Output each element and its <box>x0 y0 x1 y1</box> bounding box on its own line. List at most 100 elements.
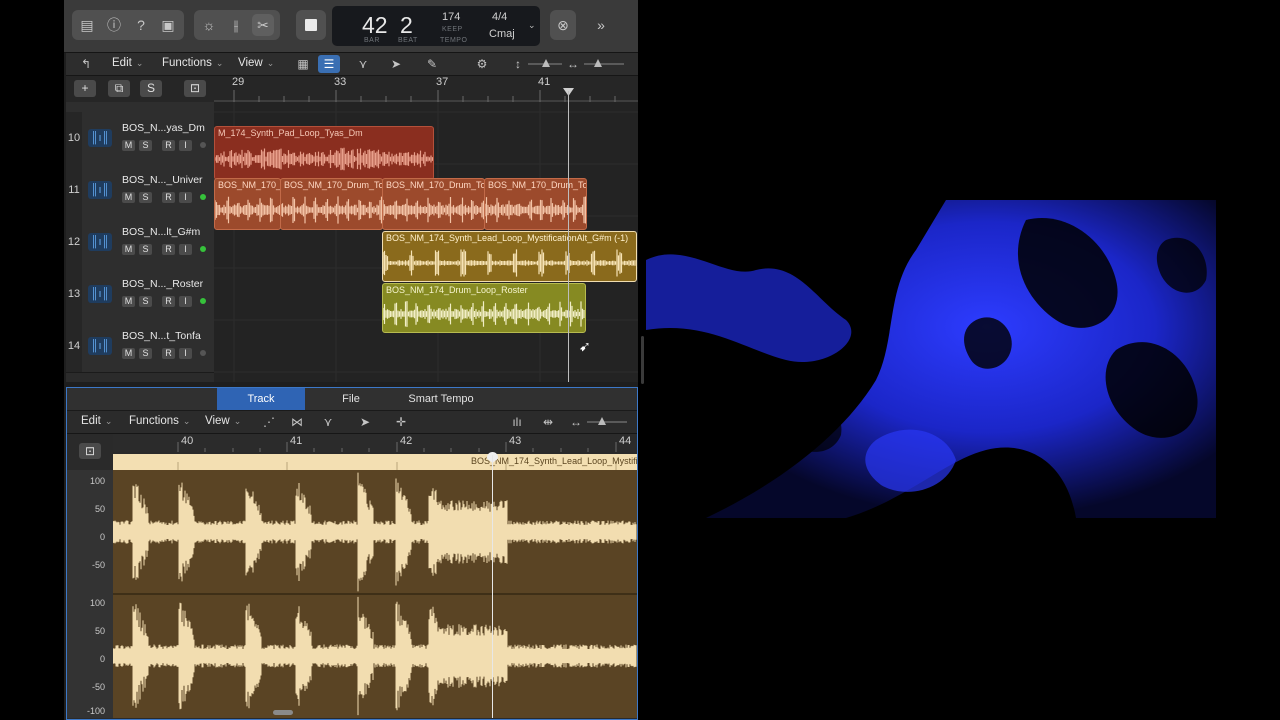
editor-zoom-slider[interactable] <box>587 421 627 423</box>
record-button[interactable]: R <box>162 296 175 307</box>
editor-view-menu[interactable]: View ⌄ <box>205 415 241 427</box>
playhead-line[interactable] <box>568 91 569 382</box>
bar-ruler[interactable]: 29 33 37 41 <box>214 76 638 102</box>
flex-icon[interactable]: ⋰ <box>259 413 279 431</box>
track-header-11[interactable]: 11 ║ı║ BOS_N..._Univer M S R I <box>66 164 214 217</box>
smart-controls-icon[interactable]: ☼ <box>198 14 220 36</box>
tab-smart-tempo[interactable]: Smart Tempo <box>397 388 485 410</box>
track-name[interactable]: BOS_N...t_Tonfa <box>122 330 201 342</box>
track-name[interactable]: BOS_N..._Roster <box>122 278 203 290</box>
lcd-tempo-value[interactable]: 174 <box>442 11 460 23</box>
toolbar-icon[interactable]: ▣ <box>157 14 179 36</box>
mute-button[interactable]: M <box>122 192 135 203</box>
flex-mode-icon[interactable]: ⋈ <box>287 413 307 431</box>
record-button[interactable]: R <box>162 192 175 203</box>
editor-region-header[interactable]: BOS_NM_174_Synth_Lead_Loop_Mystific <box>113 454 638 470</box>
list-view-icon[interactable]: ☰ <box>318 55 340 73</box>
track-header-13[interactable]: 13 ║ı║ BOS_N..._Roster M S R I <box>66 268 214 321</box>
region-drum-to-4[interactable]: BOS_NM_170_Drum_To <box>484 178 587 230</box>
record-button[interactable]: R <box>162 244 175 255</box>
track-number: 14 <box>66 320 82 372</box>
help-icon[interactable]: ? <box>130 14 152 36</box>
horizontal-scroll-thumb[interactable] <box>273 710 293 715</box>
catch-icon[interactable]: ⋎ <box>352 55 374 73</box>
editor-edit-menu[interactable]: Edit ⌄ <box>81 415 112 427</box>
tab-track[interactable]: Track <box>217 388 305 410</box>
horizontal-zoom-icon[interactable]: ↔ <box>569 413 583 431</box>
gear-icon[interactable]: ⚙ <box>470 55 494 73</box>
region-synth-lead[interactable]: BOS_NM_174_Synth_Lead_Loop_Mystification… <box>382 231 637 282</box>
region-drum-to-1[interactable]: BOS_NM_170_Drum_To <box>214 178 281 230</box>
tracks-view-menu[interactable]: View ⌄ <box>238 57 274 69</box>
tracks-functions-menu[interactable]: Functions ⌄ <box>162 57 223 69</box>
stop-button[interactable] <box>296 10 326 40</box>
track-header-12[interactable]: 12 ║ı║ BOS_N...lt_G#m M S R I <box>66 216 214 269</box>
lcd-display[interactable]: 42 2 BAR BEAT 174 KEEP TEMPO 4/4 Cmaj ⌄ <box>332 6 540 46</box>
region-drum-to-3[interactable]: BOS_NM_170_Drum_To <box>382 178 485 230</box>
back-arrow-icon[interactable]: ↰ <box>76 55 96 73</box>
catch-icon[interactable]: ⋎ <box>317 413 339 431</box>
tracks-edit-menu[interactable]: Edit ⌄ <box>112 57 143 69</box>
track-header-14[interactable]: 14 ║ı║ BOS_N...t_Tonfa M S R I <box>66 320 214 373</box>
editor-playhead-line[interactable] <box>492 455 493 718</box>
input-monitor-button[interactable]: I <box>179 192 192 203</box>
input-monitor-button[interactable]: I <box>179 296 192 307</box>
pointer-tool-icon[interactable]: ➤ <box>384 55 408 73</box>
input-monitor-button[interactable]: I <box>179 140 192 151</box>
editor-options-icon[interactable]: ⊡ <box>79 443 101 459</box>
mute-button[interactable]: M <box>122 296 135 307</box>
arrange-area[interactable]: M_174_Synth_Pad_Loop_Tyas_Dm BOS_NM_170_… <box>214 102 638 382</box>
duplicate-track-icon[interactable]: ⧉ <box>108 80 130 97</box>
solo-button[interactable]: S <box>139 244 152 255</box>
more-chevron-icon[interactable]: » <box>590 14 612 36</box>
region-drum-roster[interactable]: BOS_NM_174_Drum_Loop_Roster <box>382 283 586 333</box>
chevron-down-icon: ⌄ <box>182 416 191 426</box>
record-button[interactable]: R <box>162 348 175 359</box>
mixer-icon[interactable]: ⫲ <box>225 14 247 36</box>
pointer-tool-icon[interactable]: ➤ <box>351 413 379 431</box>
horizontal-zoom-icon[interactable]: ↔ <box>566 55 580 73</box>
region-waveform <box>383 301 585 327</box>
global-solo-button[interactable]: S <box>140 80 162 97</box>
solo-button[interactable]: S <box>139 192 152 203</box>
solo-button[interactable]: S <box>139 296 152 307</box>
solo-button[interactable]: S <box>139 140 152 151</box>
editors-scissors-icon[interactable]: ✂ <box>252 14 274 36</box>
ruler-ticks <box>214 90 638 102</box>
editor-functions-menu[interactable]: Functions ⌄ <box>129 415 190 427</box>
panel-resize-handle[interactable] <box>641 336 644 384</box>
horizontal-zoom-slider[interactable] <box>584 63 624 65</box>
add-track-button[interactable]: + <box>74 80 96 97</box>
input-monitor-button[interactable]: I <box>179 348 192 359</box>
vertical-zoom-icon[interactable]: ↕ <box>512 55 524 73</box>
lcd-tempo-label: TEMPO <box>440 37 468 44</box>
close-editor-button[interactable]: ⊗ <box>550 10 576 40</box>
track-name[interactable]: BOS_N...lt_G#m <box>122 226 200 238</box>
editor-waveform-area[interactable] <box>112 470 637 718</box>
track-options-icon[interactable]: ⊡ <box>184 80 206 97</box>
stop-icon <box>305 19 317 31</box>
record-button[interactable]: R <box>162 140 175 151</box>
track-name[interactable]: BOS_N..._Univer <box>122 174 203 186</box>
fit-zoom-icon[interactable]: ⇹ <box>539 413 557 431</box>
grid-view-icon[interactable]: ▦ <box>294 55 312 73</box>
region-drum-to-2[interactable]: BOS_NM_170_Drum_To <box>280 178 383 230</box>
mute-button[interactable]: M <box>122 244 135 255</box>
library-icon[interactable]: ▤ <box>76 14 98 36</box>
track-name[interactable]: BOS_N...yas_Dm <box>122 122 205 134</box>
tab-file[interactable]: File <box>307 388 395 410</box>
waveform-zoom-icon[interactable]: ılı <box>507 413 527 431</box>
mute-button[interactable]: M <box>122 140 135 151</box>
editor-ruler[interactable]: 40 41 42 43 44 <box>113 434 637 452</box>
lcd-time-signature[interactable]: 4/4 <box>492 11 507 23</box>
mute-button[interactable]: M <box>122 348 135 359</box>
region-synth-pad[interactable]: M_174_Synth_Pad_Loop_Tyas_Dm <box>214 126 434 180</box>
lcd-key[interactable]: Cmaj <box>489 28 515 40</box>
pencil-tool-icon[interactable]: ✎ <box>418 55 446 73</box>
inspector-icon[interactable]: ⓘ <box>103 14 125 36</box>
solo-button[interactable]: S <box>139 348 152 359</box>
input-monitor-button[interactable]: I <box>179 244 192 255</box>
track-header-10[interactable]: 10 ║ı║ BOS_N...yas_Dm M S R I <box>66 112 214 165</box>
marquee-tool-icon[interactable]: ✛ <box>387 413 415 431</box>
chevron-down-icon[interactable]: ⌄ <box>528 20 536 31</box>
